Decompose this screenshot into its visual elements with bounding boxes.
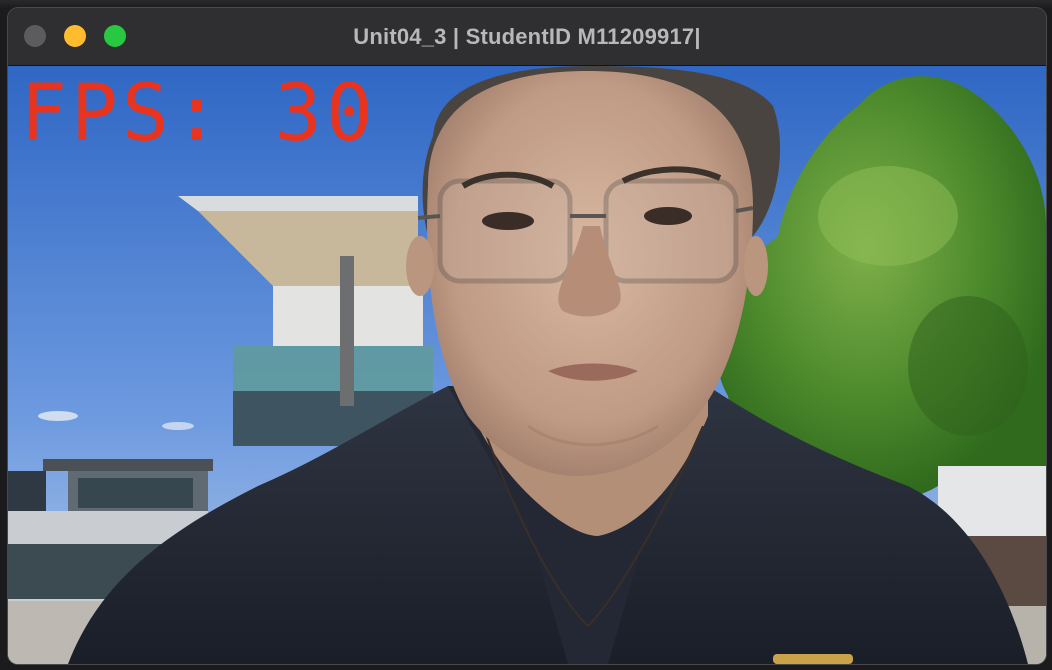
person-left-ear <box>406 236 434 296</box>
shirt-logo <box>773 654 853 664</box>
low-building-roof <box>43 459 213 471</box>
building-canopy <box>178 196 418 211</box>
video-feed: FPS: 30 <box>8 66 1046 664</box>
glasses-right-lens <box>603 178 739 284</box>
low-building-windows <box>78 478 193 508</box>
building-column <box>340 256 354 406</box>
cloud <box>38 411 78 421</box>
window-titlebar[interactable]: Unit04_3 | StudentID M11209917| <box>8 8 1046 66</box>
glasses-left-arm <box>417 214 441 220</box>
person-right-ear <box>744 236 768 296</box>
window-title: Unit04_3 | StudentID M11209917| <box>353 24 701 49</box>
tree-highlight <box>818 166 958 266</box>
glasses-left-lens <box>437 178 573 284</box>
left-block <box>8 471 46 511</box>
app-window: Unit04_3 | StudentID M11209917| FPS: 30 <box>8 8 1046 664</box>
building-balcony-glass <box>233 346 433 391</box>
right-eye <box>644 207 692 225</box>
tree-shadow <box>908 296 1028 436</box>
cloud <box>162 422 194 430</box>
desktop-background <box>0 0 1052 8</box>
left-eye <box>482 212 534 230</box>
fps-counter: FPS: 30 <box>20 69 377 159</box>
